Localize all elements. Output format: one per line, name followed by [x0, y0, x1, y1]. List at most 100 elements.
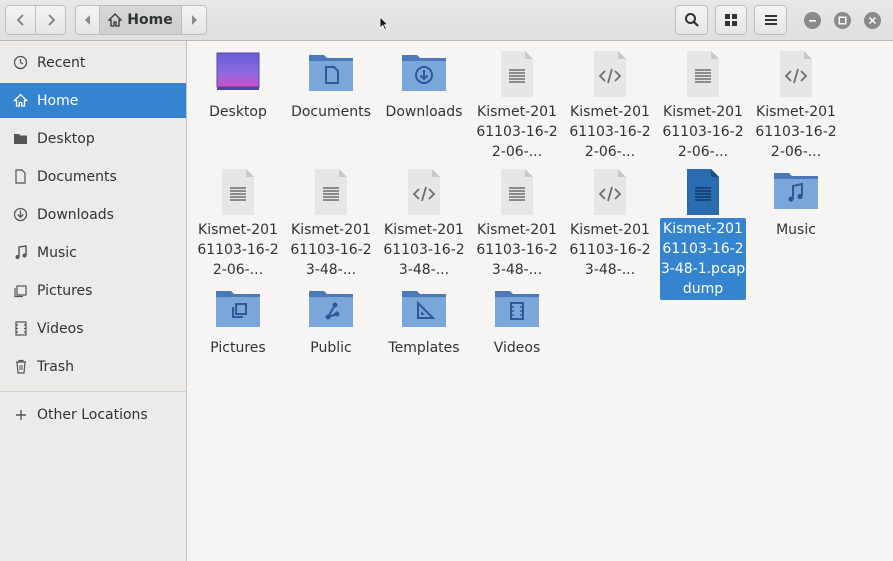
text-file-icon	[222, 169, 254, 215]
public-folder-icon	[309, 291, 353, 327]
path-scroll-right-button[interactable]	[181, 5, 207, 35]
sidebar-item-label: Pictures	[37, 282, 93, 299]
file-item-text[interactable]: Kismet-20161103-16-23-48-...	[288, 168, 374, 280]
file-item-label: Videos	[493, 340, 541, 356]
templates-folder-icon	[402, 291, 446, 327]
sidebar-item-label: Recent	[37, 54, 86, 71]
file-item-label: Pictures	[210, 340, 266, 356]
sidebar-item-trash[interactable]: Trash	[0, 349, 186, 384]
pictures-folder-icon	[216, 291, 260, 327]
file-item-label: Kismet-20161103-16-23-48-...	[290, 222, 372, 278]
file-item-text[interactable]: Kismet-20161103-16-22-06-...	[195, 168, 281, 280]
sidebar-item-label: Documents	[37, 168, 117, 185]
path-scroll-left-button[interactable]	[75, 5, 100, 35]
clock-icon	[12, 54, 29, 71]
sidebar-item-label: Trash	[37, 358, 74, 375]
view-mode-button[interactable]	[715, 5, 747, 35]
search-button[interactable]	[675, 5, 708, 35]
maximize-button[interactable]	[834, 12, 851, 29]
file-item-text[interactable]: Kismet-20161103-16-23-48-...	[474, 168, 560, 280]
trash-icon	[12, 358, 29, 375]
forward-button[interactable]	[35, 5, 66, 35]
maximize-icon	[838, 16, 847, 25]
file-item-label: Kismet-20161103-16-22-06-...	[569, 104, 651, 160]
sidebar-item-other-locations[interactable]: Other Locations	[0, 397, 186, 432]
file-item-pictures[interactable]: Pictures	[195, 286, 281, 358]
music-folder-icon	[774, 173, 818, 209]
text-file-icon	[501, 169, 533, 215]
code-file-icon	[594, 169, 626, 215]
text-file-icon	[315, 169, 347, 215]
file-item-documents[interactable]: Documents	[288, 50, 374, 122]
documents-folder-icon	[309, 55, 353, 91]
close-button[interactable]	[864, 12, 881, 29]
minimize-button[interactable]	[804, 12, 821, 29]
file-item-pcapdump-selected[interactable]: Kismet-20161103-16-23-48-1.pcapdump	[660, 168, 746, 300]
folder-icon	[12, 130, 29, 147]
chevron-left-icon	[16, 14, 24, 26]
sidebar-item-home[interactable]: Home	[0, 83, 186, 118]
file-item-downloads[interactable]: Downloads	[381, 50, 467, 122]
file-item-music[interactable]: Music	[753, 168, 839, 240]
videos-folder-icon	[495, 291, 539, 327]
file-item-label: Kismet-20161103-16-22-06-...	[662, 104, 744, 160]
binary-file-icon	[687, 169, 719, 215]
path-home-label: Home	[127, 12, 173, 28]
downloads-folder-icon	[402, 55, 446, 91]
file-item-text[interactable]: Kismet-20161103-16-22-06-...	[474, 50, 560, 162]
sidebar-item-label: Home	[37, 92, 79, 109]
file-item-label: Kismet-20161103-16-23-48-1.pcapdump	[660, 218, 746, 300]
file-item-templates[interactable]: Templates	[381, 286, 467, 358]
sidebar-item-videos[interactable]: Videos	[0, 311, 186, 346]
file-item-desktop[interactable]: Desktop	[195, 50, 281, 122]
file-item-label: Templates	[388, 340, 460, 356]
sidebar-item-pictures[interactable]: Pictures	[0, 273, 186, 308]
minimize-icon	[809, 20, 816, 22]
sidebar-item-documents[interactable]: Documents	[0, 159, 186, 194]
file-item-label: Public	[310, 340, 352, 356]
file-item-label: Desktop	[209, 104, 267, 120]
sidebar-item-downloads[interactable]: Downloads	[0, 197, 186, 232]
plus-icon	[12, 406, 29, 423]
file-item-public[interactable]: Public	[288, 286, 374, 358]
triangle-right-icon	[192, 15, 197, 25]
sidebar-item-label: Videos	[37, 320, 84, 337]
file-item-label: Kismet-20161103-16-22-06-...	[476, 104, 558, 160]
mouse-cursor-icon	[379, 16, 389, 31]
file-item-videos[interactable]: Videos	[474, 286, 560, 358]
file-item-xml[interactable]: Kismet-20161103-16-22-06-...	[753, 50, 839, 162]
sidebar: Recent Home Desktop Documents Downloads …	[0, 41, 187, 561]
file-item-xml[interactable]: Kismet-20161103-16-23-48-...	[567, 168, 653, 280]
sidebar-separator	[0, 391, 186, 392]
file-item-label: Kismet-20161103-16-23-48-...	[383, 222, 465, 278]
sidebar-item-desktop[interactable]: Desktop	[0, 121, 186, 156]
grid-icon	[725, 14, 737, 26]
close-icon	[868, 16, 877, 25]
back-button[interactable]	[5, 5, 36, 35]
menu-button[interactable]	[754, 5, 787, 35]
picture-icon	[12, 282, 29, 299]
text-file-icon	[501, 51, 533, 97]
hamburger-icon	[764, 15, 777, 25]
home-icon	[12, 92, 29, 109]
sidebar-item-label: Downloads	[37, 206, 114, 223]
file-item-text[interactable]: Kismet-20161103-16-22-06-...	[660, 50, 746, 162]
music-icon	[12, 244, 29, 261]
chevron-right-icon	[47, 14, 55, 26]
triangle-left-icon	[84, 15, 90, 25]
sidebar-item-label: Other Locations	[37, 406, 148, 423]
file-item-label: Kismet-20161103-16-23-48-...	[476, 222, 558, 278]
search-icon	[684, 13, 699, 27]
sidebar-item-music[interactable]: Music	[0, 235, 186, 270]
sidebar-item-label: Desktop	[37, 130, 95, 147]
file-grid: Desktop Documents Downloads Kismet-20161…	[188, 41, 893, 561]
document-icon	[12, 168, 29, 185]
file-item-xml[interactable]: Kismet-20161103-16-23-48-...	[381, 168, 467, 280]
header-bar: Home	[0, 0, 893, 41]
path-home-button[interactable]: Home	[99, 5, 182, 35]
sidebar-item-recent[interactable]: Recent	[0, 45, 186, 80]
file-item-label: Kismet-20161103-16-23-48-...	[569, 222, 651, 278]
video-icon	[12, 320, 29, 337]
file-item-xml[interactable]: Kismet-20161103-16-22-06-...	[567, 50, 653, 162]
desktop-folder-icon	[216, 52, 260, 90]
